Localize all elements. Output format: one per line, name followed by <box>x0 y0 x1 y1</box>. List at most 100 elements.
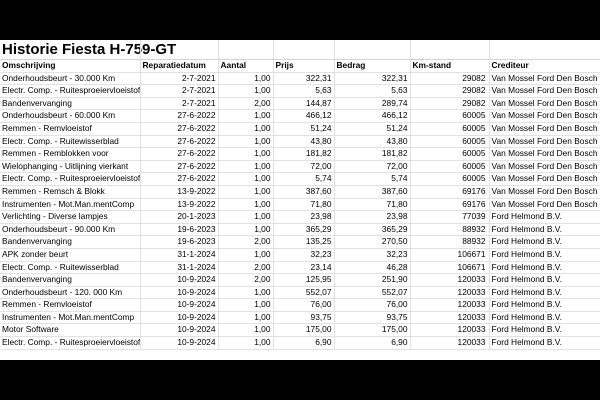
cell-price[interactable]: 76,00 <box>273 298 335 312</box>
column-header-quantity[interactable]: Aantal <box>218 60 274 73</box>
cell-price[interactable]: 23,14 <box>273 261 335 275</box>
cell-mileage[interactable]: 60005 <box>410 160 490 174</box>
cell-mileage[interactable]: 120033 <box>410 286 490 300</box>
cell-repair-date[interactable]: 13-9-2022 <box>140 198 219 212</box>
cell-mileage[interactable]: 60005 <box>410 147 490 161</box>
column-header-repair-date[interactable]: Reparatiedatum <box>140 60 219 73</box>
cell-mileage[interactable]: 29082 <box>410 97 490 111</box>
cell-repair-date[interactable]: 19-6-2023 <box>140 223 219 237</box>
cell-mileage[interactable]: 120033 <box>410 298 490 312</box>
cell-amount[interactable]: 289,74 <box>334 97 411 111</box>
cell-amount[interactable]: 181,82 <box>334 147 411 161</box>
cell-quantity[interactable]: 2,00 <box>218 97 274 111</box>
cell-mileage[interactable]: 120033 <box>410 273 490 287</box>
cell-amount[interactable]: 51,24 <box>334 122 411 136</box>
cell-amount[interactable]: 270,50 <box>334 235 411 249</box>
cell-amount[interactable]: 466,12 <box>334 109 411 123</box>
cell-repair-date[interactable]: 10-9-2024 <box>140 323 219 338</box>
cell-amount[interactable]: 175,00 <box>334 323 411 338</box>
cell-repair-date[interactable]: 19-6-2023 <box>140 235 219 249</box>
cell-mileage[interactable]: 88932 <box>410 223 490 237</box>
cell-quantity[interactable]: 1,00 <box>218 298 274 312</box>
cell-quantity[interactable]: 1,00 <box>218 72 274 86</box>
cell-price[interactable]: 322,31 <box>273 72 335 86</box>
cell-description[interactable]: Bandenvervanging <box>0 97 141 111</box>
column-header-description[interactable]: Omschrijving <box>0 60 141 73</box>
cell-quantity[interactable]: 1,00 <box>218 286 274 300</box>
cell-description[interactable]: Remmen - Remvloeistof <box>0 298 141 312</box>
cell-creditor[interactable]: Ford Helmond B.V. <box>489 298 600 312</box>
cell-repair-date[interactable]: 10-9-2024 <box>140 286 219 300</box>
cell-creditor[interactable]: Van Mossel Ford Den Bosch <box>489 135 600 149</box>
cell-creditor[interactable]: Ford Helmond B.V. <box>489 286 600 300</box>
cell-mileage[interactable]: 60005 <box>410 122 490 136</box>
cell-mileage[interactable]: 88932 <box>410 235 490 249</box>
cell-amount[interactable]: 251,90 <box>334 273 411 287</box>
cell-repair-date[interactable]: 27-6-2022 <box>140 109 219 123</box>
cell-mileage[interactable]: 77039 <box>410 210 490 224</box>
cell-amount[interactable]: 71,80 <box>334 198 411 212</box>
cell-quantity[interactable]: 1,00 <box>218 311 274 325</box>
cell-creditor[interactable]: Van Mossel Ford Den Bosch <box>489 97 600 111</box>
cell-quantity[interactable]: 1,00 <box>218 172 274 186</box>
cell-description[interactable]: Onderhoudsbeurt - 60.000 Km <box>0 109 141 123</box>
cell-creditor[interactable]: Ford Helmond B.V. <box>489 273 600 287</box>
cell-repair-date[interactable]: 10-9-2024 <box>140 273 219 287</box>
cell-price[interactable]: 51,24 <box>273 122 335 136</box>
cell-quantity[interactable]: 1,00 <box>218 109 274 123</box>
cell-quantity[interactable]: 2,00 <box>218 235 274 249</box>
cell-description[interactable]: Remmen - Remvloeistof <box>0 122 141 136</box>
cell-quantity[interactable]: 1,00 <box>218 185 274 199</box>
cell-repair-date[interactable]: 2-7-2021 <box>140 97 219 111</box>
cell-price[interactable]: 93,75 <box>273 311 335 325</box>
cell-description[interactable]: Verlichting - Diverse lampjes <box>0 210 141 224</box>
cell-price[interactable]: 71,80 <box>273 198 335 212</box>
cell-creditor[interactable]: Van Mossel Ford Den Bosch <box>489 160 600 174</box>
column-header-amount[interactable]: Bedrag <box>334 60 411 73</box>
cell-repair-date[interactable]: 2-7-2021 <box>140 84 219 98</box>
cell-creditor[interactable]: Ford Helmond B.V. <box>489 210 600 224</box>
cell-creditor[interactable]: Van Mossel Ford Den Bosch <box>489 109 600 123</box>
cell-amount[interactable]: 46,28 <box>334 261 411 275</box>
cell-amount[interactable]: 72,00 <box>334 160 411 174</box>
cell-quantity[interactable]: 1,00 <box>218 198 274 212</box>
cell-quantity[interactable]: 1,00 <box>218 147 274 161</box>
cell-description[interactable]: Onderhoudsbeurt - 90.000 Km <box>0 223 141 237</box>
cell-mileage[interactable]: 29082 <box>410 72 490 86</box>
cell-mileage[interactable]: 60005 <box>410 172 490 186</box>
cell-creditor[interactable]: Van Mossel Ford Den Bosch <box>489 185 600 199</box>
cell-quantity[interactable]: 1,00 <box>218 248 274 262</box>
cell-creditor[interactable]: Van Mossel Ford Den Bosch <box>489 147 600 161</box>
cell-mileage[interactable]: 69176 <box>410 198 490 212</box>
cell-description[interactable]: Electr. Comp. - Ruitewisserblad <box>0 261 141 275</box>
cell-quantity[interactable]: 1,00 <box>218 323 274 338</box>
column-header-mileage[interactable]: Km-stand <box>410 60 490 73</box>
cell-quantity[interactable]: 1,00 <box>218 223 274 237</box>
cell-price[interactable]: 5,63 <box>273 84 335 98</box>
cell-quantity[interactable]: 1,00 <box>218 210 274 224</box>
cell-quantity[interactable]: 1,00 <box>218 84 274 98</box>
cell-amount[interactable]: 6,90 <box>334 336 411 350</box>
cell-repair-date[interactable]: 31-1-2024 <box>140 248 219 262</box>
cell-mileage[interactable]: 120033 <box>410 336 490 350</box>
cell-creditor[interactable]: Van Mossel Ford Den Bosch <box>489 122 600 136</box>
cell-repair-date[interactable]: 10-9-2024 <box>140 298 219 312</box>
cell-description[interactable]: Motor Software <box>0 323 141 338</box>
cell-mileage[interactable]: 106671 <box>410 248 490 262</box>
cell-amount[interactable]: 552,07 <box>334 286 411 300</box>
column-header-creditor[interactable]: Crediteur <box>489 60 600 73</box>
cell-price[interactable]: 125,95 <box>273 273 335 287</box>
cell-price[interactable]: 32,23 <box>273 248 335 262</box>
cell-amount[interactable]: 365,29 <box>334 223 411 237</box>
cell-amount[interactable]: 322,31 <box>334 72 411 86</box>
cell-mileage[interactable]: 60005 <box>410 135 490 149</box>
cell-description[interactable]: Electr. Comp. - Ruitesproeiervloeistof <box>0 336 141 350</box>
cell-description[interactable]: Bandenvervanging <box>0 235 141 249</box>
cell-price[interactable]: 365,29 <box>273 223 335 237</box>
cell-mileage[interactable]: 106671 <box>410 261 490 275</box>
cell-repair-date[interactable]: 10-9-2024 <box>140 336 219 350</box>
cell-price[interactable]: 72,00 <box>273 160 335 174</box>
cell-mileage[interactable]: 120033 <box>410 323 490 338</box>
cell-price[interactable]: 43,80 <box>273 135 335 149</box>
cell-description[interactable]: Bandenvervanging <box>0 273 141 287</box>
